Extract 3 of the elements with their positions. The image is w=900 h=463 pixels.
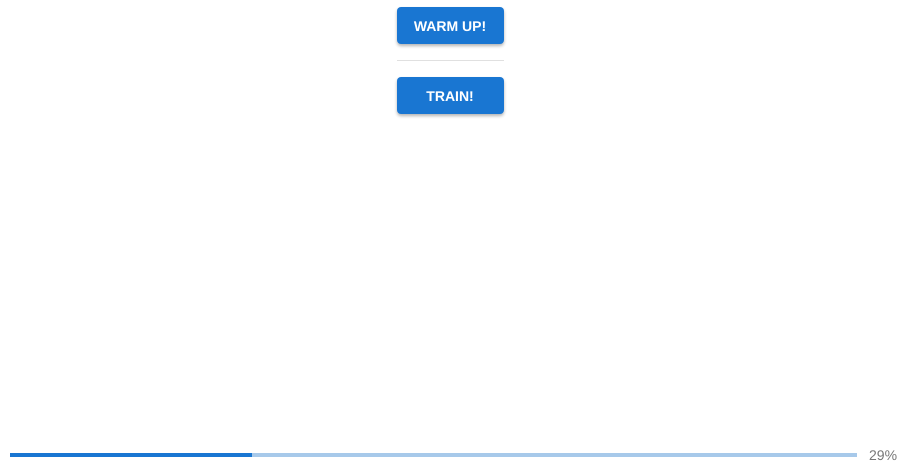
action-button[interactable]: WARM UP!: [396, 7, 504, 44]
progress-percent: 29%: [869, 447, 898, 463]
action-button[interactable]: TRAIN!: [396, 77, 504, 114]
